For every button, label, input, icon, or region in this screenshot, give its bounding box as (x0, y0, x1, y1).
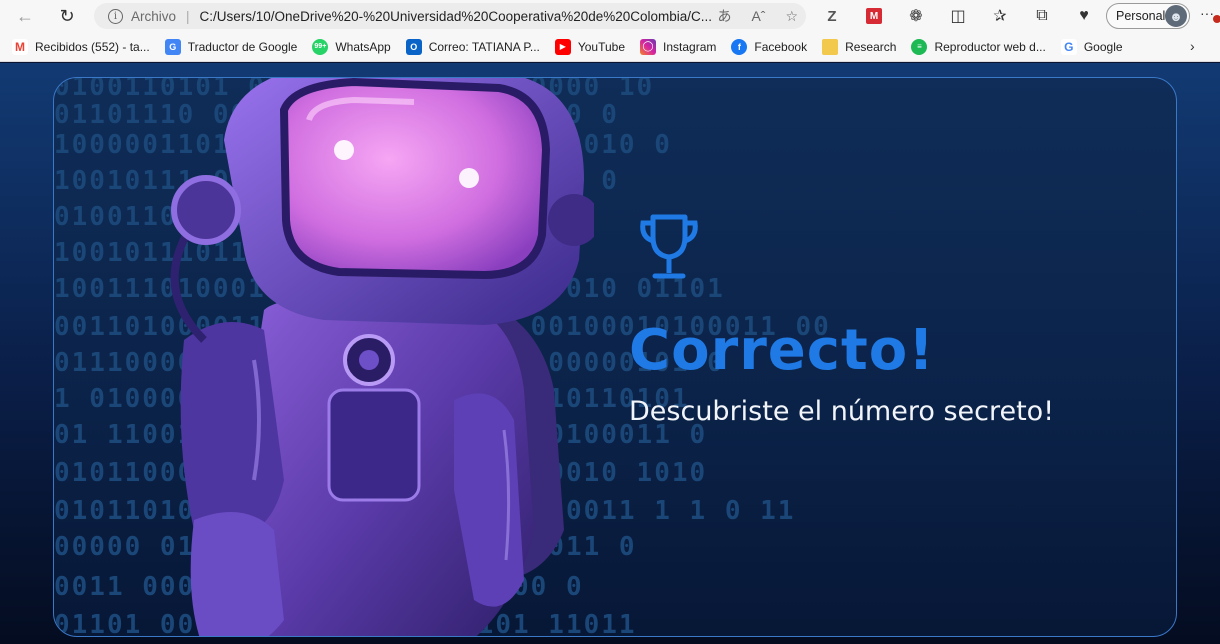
folder-icon (822, 38, 839, 55)
trophy-icon (640, 214, 698, 279)
address-separator: | (186, 8, 190, 24)
bookmark-label: YouTube (577, 39, 626, 54)
more-options-icon[interactable]: ··· (1200, 5, 1214, 21)
address-url[interactable]: C:/Users/10/OneDrive%20-%20Universidad%2… (200, 9, 713, 24)
bookmark-label: WhatsApp (335, 39, 391, 54)
bookmark-label: Instagram (663, 39, 717, 54)
youtube-icon: ▶ (554, 38, 571, 55)
notification-dot-icon (1213, 15, 1220, 23)
avatar: ☻ (1165, 5, 1187, 27)
result-message: Descubriste el número secreto! (629, 396, 1055, 427)
page-background: 0100110101 000 0101011010000000 10 01101… (0, 63, 1220, 644)
bookmark-spotify[interactable]: ≡ Reproductor web d... (911, 38, 1046, 55)
bookmark-research[interactable]: Research (822, 38, 897, 55)
spotify-icon: ≡ (911, 38, 928, 55)
google-icon: G (1060, 38, 1077, 55)
info-icon[interactable]: i (108, 8, 123, 24)
split-screen-icon[interactable]: ◫ (944, 3, 972, 29)
z-extension-icon[interactable]: Z (818, 3, 846, 29)
browser-toolbar: ← ↻ i Archivo | C:/Users/10/OneDrive%20-… (0, 0, 1220, 32)
bookmark-outlook[interactable]: O Correo: TATIANA P... (405, 38, 540, 55)
bookmark-translate[interactable]: G Traductor de Google (164, 38, 298, 55)
extensions-icon[interactable]: ❁ (902, 3, 930, 29)
gmail-icon: M (12, 38, 28, 55)
bookmark-google[interactable]: G Google (1060, 38, 1123, 55)
profile-label: Personal (1116, 9, 1166, 23)
bookmark-gmail[interactable]: M Recibidos (552) - ta... (12, 38, 150, 55)
result-panel: Correcto! Descubriste el número secreto! (629, 213, 1129, 429)
bookmark-label: Traductor de Google (187, 39, 298, 54)
astronaut-robot-image (170, 78, 594, 636)
bookmark-label: Reproductor web d... (934, 39, 1046, 54)
chevron-right-icon[interactable]: › (1190, 38, 1195, 54)
performance-icon[interactable]: ♥ (1070, 3, 1098, 29)
collections-icon[interactable]: ⧉ (1028, 3, 1056, 29)
bookmark-label: Correo: TATIANA P... (428, 39, 540, 54)
bookmark-label: Recibidos (552) - ta... (35, 39, 150, 54)
whatsapp-icon: 99+ (312, 38, 329, 55)
translate-icon: G (164, 38, 181, 55)
favorite-star-icon[interactable]: ☆ (785, 8, 798, 25)
bookmarks-bar: M Recibidos (552) - ta... G Traductor de G… (0, 32, 1220, 62)
favorites-icon[interactable]: ✰ (986, 3, 1014, 29)
bookmark-label: Google (1083, 39, 1123, 54)
address-scheme: Archivo (131, 8, 177, 24)
back-icon[interactable]: ← (12, 3, 38, 29)
bookmark-instagram[interactable]: ◯ Instagram (640, 38, 717, 55)
bookmark-whatsapp[interactable]: 99+ WhatsApp (312, 38, 391, 55)
bookmark-youtube[interactable]: ▶ YouTube (554, 38, 626, 55)
address-bar[interactable]: i Archivo | C:/Users/10/OneDrive%20-%20U… (94, 3, 806, 29)
facebook-icon: f (731, 38, 748, 55)
reload-icon[interactable]: ↻ (54, 3, 80, 29)
game-container: 0100110101 000 0101011010000000 10 01101… (53, 77, 1177, 637)
bookmark-label: Facebook (754, 39, 808, 54)
bookmark-facebook[interactable]: f Facebook (731, 38, 808, 55)
toolbar-icons: Z M ❁ ◫ ✰ ⧉ ♥ (818, 3, 1098, 29)
read-aloud-icon[interactable]: あ (717, 6, 731, 26)
bookmark-label: Research (845, 39, 897, 54)
instagram-icon: ◯ (640, 38, 657, 55)
page-title: Correcto! (629, 318, 935, 383)
text-size-icon[interactable]: Aˆ (751, 8, 765, 24)
profile-button[interactable]: Personal ☻ (1106, 3, 1190, 29)
red-extension-icon[interactable]: M (860, 3, 888, 29)
outlook-icon: O (405, 38, 422, 55)
address-actions: あ Aˆ ☆ (717, 3, 798, 29)
